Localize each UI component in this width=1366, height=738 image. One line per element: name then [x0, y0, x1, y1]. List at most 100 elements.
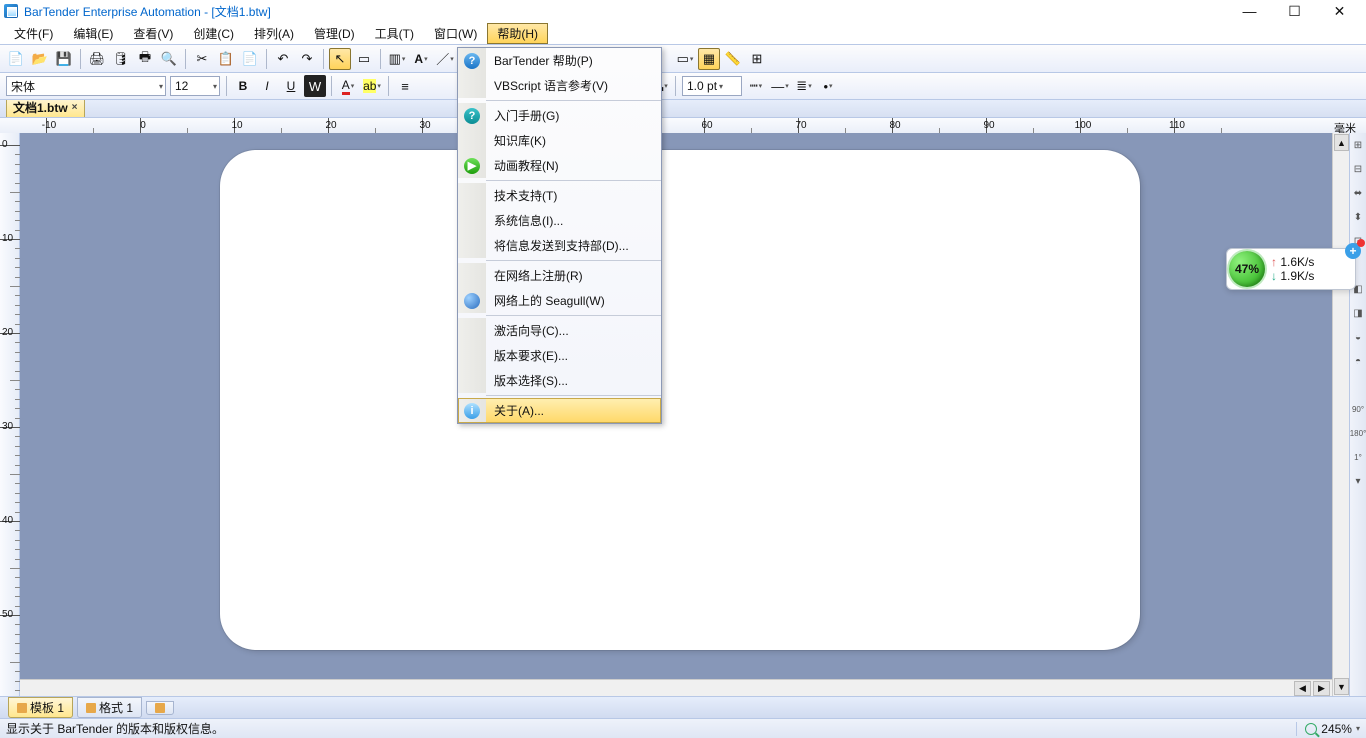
cut-button[interactable]: ✂ — [191, 48, 213, 70]
help-menu-item[interactable]: 网络上的 Seagull(W) — [458, 288, 661, 313]
help-menu-item[interactable]: ?入门手册(G) — [458, 103, 661, 128]
right-tool-1[interactable]: ⊟ — [1351, 159, 1366, 179]
document-tab-strip: 文档1.btw × — [0, 100, 1366, 118]
font-name-combo[interactable]: 宋体▾ — [6, 76, 166, 96]
open-button[interactable]: 📂 — [29, 48, 51, 70]
menu-item-icon-col — [458, 208, 486, 233]
bottom-tab-0[interactable]: 模板 1 — [8, 697, 73, 718]
shape-tool[interactable]: ▭▾ — [674, 48, 696, 70]
text-tool[interactable]: A▾ — [410, 48, 432, 70]
print-button[interactable]: 🖨 — [86, 48, 108, 70]
network-percent-ball: 47% — [1229, 251, 1265, 287]
right-tool-9[interactable]: ◓ — [1351, 351, 1366, 371]
right-tool-7[interactable]: ◨ — [1351, 303, 1366, 323]
italic-button[interactable]: I — [256, 75, 278, 97]
select-tool[interactable]: ▭ — [353, 48, 375, 70]
line-style-button[interactable]: ┉▾ — [745, 75, 767, 97]
help-menu-item[interactable]: 知识库(K) — [458, 128, 661, 153]
help-menu-item[interactable]: 将信息发送到支持部(D)... — [458, 233, 661, 258]
grid-button[interactable]: ▦ — [698, 48, 720, 70]
right-tool-10[interactable] — [1351, 375, 1366, 395]
right-tool-3[interactable]: ⬍ — [1351, 207, 1366, 227]
maximize-button[interactable]: ☐ — [1272, 0, 1317, 22]
menu-2[interactable]: 查看(V) — [123, 23, 183, 44]
scrollbar-horizontal[interactable]: ◀ ▶ — [20, 679, 1332, 696]
align-menu-button[interactable]: ≣▾ — [793, 75, 815, 97]
scroll-up-button[interactable]: ▲ — [1334, 134, 1349, 151]
menu-item-icon-col — [458, 128, 486, 153]
new-button[interactable]: 📄 — [5, 48, 27, 70]
rotate-180°[interactable]: 180° — [1351, 423, 1366, 443]
rotate-90°[interactable]: 90° — [1351, 399, 1366, 419]
right-tools-more[interactable]: ▾ — [1351, 471, 1366, 491]
zoom-indicator[interactable]: 245% ▾ — [1296, 722, 1360, 736]
line-tool[interactable]: ／▾ — [434, 48, 456, 70]
close-tab-icon[interactable]: × — [72, 102, 78, 113]
menu-item-label: 版本要求(E)... — [486, 343, 661, 368]
undo-button[interactable]: ↶ — [272, 48, 294, 70]
menu-3[interactable]: 创建(C) — [183, 23, 244, 44]
pointer-tool[interactable]: ↖ — [329, 48, 351, 70]
menu-6[interactable]: 工具(T) — [365, 23, 424, 44]
bottom-tab-add[interactable] — [146, 701, 174, 715]
help-menu-item[interactable]: ▶动画教程(N) — [458, 153, 661, 178]
right-tool-2[interactable]: ⬌ — [1351, 183, 1366, 203]
right-tool-0[interactable]: ⊞ — [1351, 135, 1366, 155]
minimize-button[interactable]: — — [1227, 0, 1272, 22]
menu-8[interactable]: 帮助(H) — [487, 23, 548, 44]
bottom-tab-1[interactable]: 格式 1 — [77, 697, 142, 718]
rotate-1°[interactable]: 1° — [1351, 447, 1366, 467]
network-monitor-widget[interactable]: 47% 1.6K/s 1.9K/s + — [1226, 248, 1356, 290]
scroll-right-button[interactable]: ▶ — [1313, 681, 1330, 696]
help-menu-item[interactable]: 版本要求(E)... — [458, 343, 661, 368]
help-menu-item[interactable]: 激活向导(C)... — [458, 318, 661, 343]
help-menu-item[interactable]: ?BarTender 帮助(P) — [458, 48, 661, 73]
tab-icon — [86, 703, 96, 713]
menu-0[interactable]: 文件(F) — [4, 23, 63, 44]
menu-item-icon-col — [458, 73, 486, 98]
help-menu-item[interactable]: 在网络上注册(R) — [458, 263, 661, 288]
canvas[interactable]: ◀ ▶ — [20, 133, 1332, 696]
font-color-button[interactable]: A▾ — [337, 75, 359, 97]
document-tab[interactable]: 文档1.btw × — [6, 97, 85, 117]
menu-item-icon-col: ▶ — [458, 153, 486, 178]
title-bar: BarTender Enterprise Automation - [文档1.b… — [0, 0, 1366, 22]
line-weight-combo[interactable]: 1.0 pt▾ — [682, 76, 742, 96]
scrollbar-vertical[interactable]: ▲ ▼ — [1332, 133, 1349, 696]
snap-button[interactable]: ⊞ — [746, 48, 768, 70]
line-end-button[interactable]: —▾ — [769, 75, 791, 97]
help-menu-item[interactable]: 版本选择(S)... — [458, 368, 661, 393]
align-left-button[interactable]: ≡ — [394, 75, 416, 97]
menu-1[interactable]: 编辑(E) — [63, 23, 123, 44]
right-tool-8[interactable]: ◒ — [1351, 327, 1366, 347]
bold-button[interactable]: B — [232, 75, 254, 97]
inverse-button[interactable]: W — [304, 75, 326, 97]
font-size-combo[interactable]: 12▾ — [170, 76, 220, 96]
save-button[interactable]: 💾 — [53, 48, 75, 70]
print-preview-button[interactable]: 🖶 — [134, 48, 156, 70]
underline-button[interactable]: U — [280, 75, 302, 97]
menu-item-icon-col — [458, 343, 486, 368]
page-setup-button[interactable]: 🔍 — [158, 48, 180, 70]
help-menu-item[interactable]: 系统信息(I)... — [458, 208, 661, 233]
help-menu-item[interactable]: i关于(A)... — [458, 398, 661, 423]
paste-button[interactable]: 📄 — [239, 48, 261, 70]
scroll-left-button[interactable]: ◀ — [1294, 681, 1311, 696]
barcode-tool[interactable]: ▥▾ — [386, 48, 408, 70]
menu-4[interactable]: 排列(A) — [244, 23, 304, 44]
scroll-down-button[interactable]: ▼ — [1334, 678, 1349, 695]
db-button[interactable]: 🛢 — [110, 48, 132, 70]
app-icon — [4, 4, 18, 18]
menu-5[interactable]: 管理(D) — [304, 23, 365, 44]
ruler-button[interactable]: 📏 — [722, 48, 744, 70]
copy-button[interactable]: 📋 — [215, 48, 237, 70]
help-menu-item[interactable]: VBScript 语言参考(V) — [458, 73, 661, 98]
menu-7[interactable]: 窗口(W) — [424, 23, 487, 44]
help-menu-item[interactable]: 技术支持(T) — [458, 183, 661, 208]
more-format-button[interactable]: •▾ — [817, 75, 839, 97]
redo-button[interactable]: ↷ — [296, 48, 318, 70]
widget-add-button[interactable]: + — [1345, 243, 1361, 259]
close-button[interactable]: ✕ — [1317, 0, 1362, 22]
highlight-button[interactable]: ab▾ — [361, 75, 383, 97]
label-page[interactable] — [220, 150, 1140, 650]
